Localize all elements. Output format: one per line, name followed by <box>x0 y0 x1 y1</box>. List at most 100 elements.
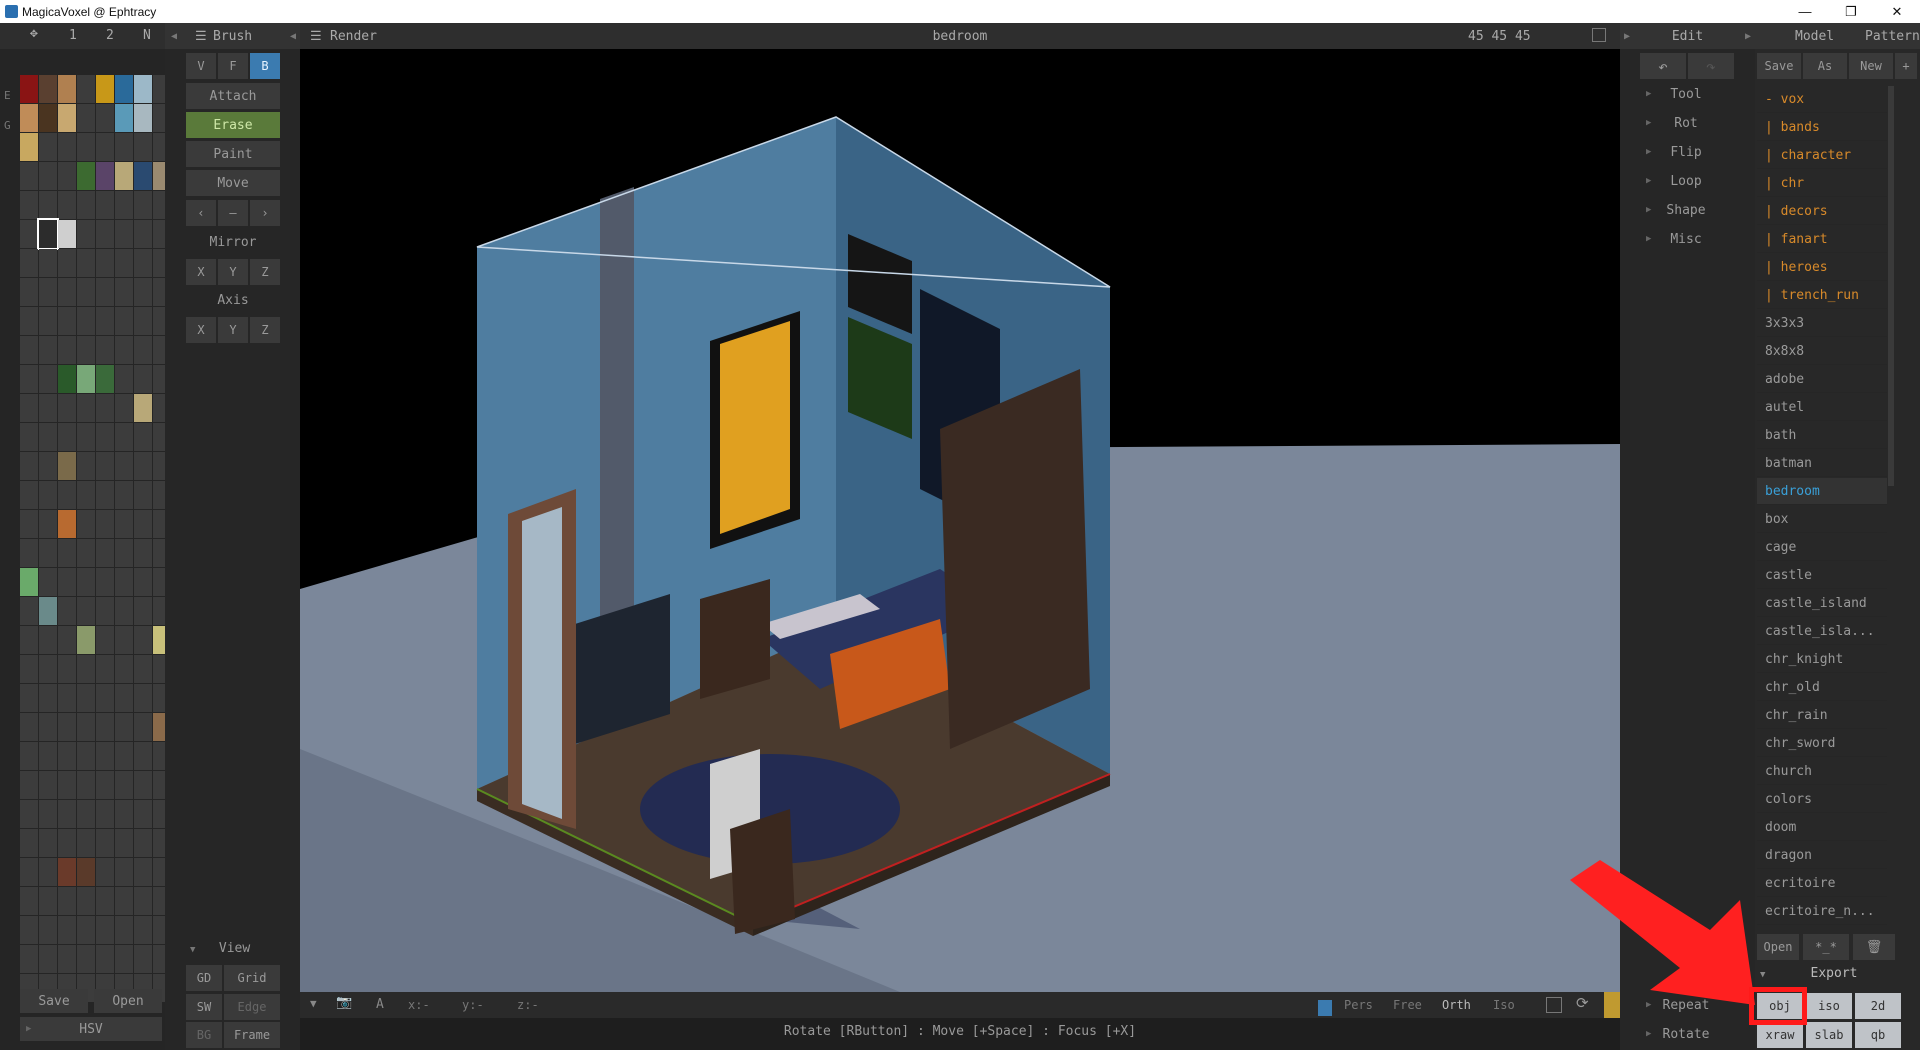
palette-swatch[interactable] <box>58 394 76 422</box>
palette-swatch[interactable] <box>39 887 57 915</box>
palette-swatch[interactable] <box>39 133 57 161</box>
palette-swatch[interactable] <box>96 307 114 335</box>
palette-swatch[interactable] <box>39 597 57 625</box>
close-icon[interactable]: ✕ <box>1874 0 1920 23</box>
palette-swatch[interactable] <box>96 684 114 712</box>
palette-swatch[interactable] <box>115 307 133 335</box>
palette-swatch[interactable] <box>96 104 114 132</box>
undo-icon[interactable]: ↶ <box>1640 53 1686 79</box>
file-item[interactable]: autel <box>1757 394 1887 421</box>
palette-swatch[interactable] <box>96 365 114 393</box>
file-item[interactable]: cage <box>1757 534 1887 561</box>
edit-expand-icon[interactable]: ▶ <box>1745 31 1751 42</box>
grid-button[interactable]: Grid <box>224 965 280 991</box>
palette-swatch[interactable] <box>39 162 57 190</box>
palette-swatch[interactable] <box>39 684 57 712</box>
palette-side-g[interactable]: G <box>4 119 11 132</box>
palette-swatch[interactable] <box>58 249 76 277</box>
axis-y-button[interactable]: Y <box>218 317 248 343</box>
palette-swatch[interactable] <box>77 133 95 161</box>
palette-swatch[interactable] <box>115 800 133 828</box>
subfolder-item[interactable]: | chr <box>1757 170 1887 197</box>
palette-swatch[interactable] <box>77 452 95 480</box>
palette-swatch[interactable] <box>115 539 133 567</box>
file-new-button[interactable]: New <box>1849 53 1893 79</box>
palette-swatch[interactable] <box>39 742 57 770</box>
palette-swatch[interactable] <box>134 133 152 161</box>
palette-swatch[interactable] <box>115 336 133 364</box>
axis-x-button[interactable]: X <box>186 317 216 343</box>
palette-swatch[interactable] <box>77 336 95 364</box>
sw-button[interactable]: SW <box>186 994 222 1020</box>
palette-swatch[interactable] <box>58 597 76 625</box>
palette-swatch[interactable] <box>96 597 114 625</box>
palette-swatch[interactable] <box>58 945 76 973</box>
palette-swatch[interactable] <box>39 945 57 973</box>
palette-swatch[interactable] <box>58 916 76 944</box>
palette-swatch[interactable] <box>77 75 95 103</box>
palette-swatch[interactable] <box>134 423 152 451</box>
palette-swatch[interactable] <box>58 742 76 770</box>
file-item[interactable]: castle_island <box>1757 590 1887 617</box>
palette-swatch[interactable] <box>134 742 152 770</box>
palette-swatch[interactable] <box>58 539 76 567</box>
palette-swatch[interactable] <box>39 568 57 596</box>
palette-swatch[interactable] <box>134 307 152 335</box>
palette-swatch[interactable] <box>39 249 57 277</box>
render-menu-icon[interactable]: ☰ <box>310 29 322 44</box>
palette-swatch[interactable] <box>20 742 38 770</box>
palette-swatch[interactable] <box>58 626 76 654</box>
palette-swatch[interactable] <box>96 220 114 248</box>
palette-swatch[interactable] <box>58 800 76 828</box>
palette-swatch[interactable] <box>58 104 76 132</box>
palette-swatch[interactable] <box>134 713 152 741</box>
file-item[interactable]: chr_sword <box>1757 730 1887 757</box>
palette-swatch[interactable] <box>20 133 38 161</box>
subfolder-item[interactable]: | trench_run <box>1757 282 1887 309</box>
palette-swatch[interactable] <box>39 771 57 799</box>
palette-swatch[interactable] <box>96 916 114 944</box>
palette-swatch[interactable] <box>134 597 152 625</box>
palette-swatch[interactable] <box>96 278 114 306</box>
export-slab-button[interactable]: slab <box>1806 1022 1852 1048</box>
palette-swatch[interactable] <box>20 423 38 451</box>
tab-model[interactable]: Model <box>1795 29 1834 44</box>
palette-swatch[interactable] <box>134 568 152 596</box>
edit-menu-rot[interactable]: ▶ Rot <box>1640 110 1732 137</box>
palette-swatch[interactable] <box>115 713 133 741</box>
palette-swatch[interactable] <box>77 742 95 770</box>
palette-swatch[interactable] <box>134 394 152 422</box>
palette-swatch[interactable] <box>115 423 133 451</box>
palette-swatch[interactable] <box>115 220 133 248</box>
hsv-button[interactable]: ▶ HSV <box>20 1017 162 1041</box>
palette-swatch[interactable] <box>77 104 95 132</box>
palette-swatch[interactable] <box>58 887 76 915</box>
palette-swatch[interactable] <box>96 568 114 596</box>
palette-swatch[interactable] <box>77 278 95 306</box>
subfolder-item[interactable]: | bands <box>1757 114 1887 141</box>
palette-swatch[interactable] <box>115 104 133 132</box>
file-item[interactable]: adobe <box>1757 366 1887 393</box>
axis-z-button[interactable]: Z <box>250 317 280 343</box>
palette-swatch[interactable] <box>134 278 152 306</box>
palette-swatch[interactable] <box>134 336 152 364</box>
palette-swatch[interactable] <box>115 597 133 625</box>
palette-swatch[interactable] <box>20 191 38 219</box>
export-qb-button[interactable]: qb <box>1855 1022 1901 1048</box>
palette-swatch[interactable] <box>20 713 38 741</box>
palette-swatch[interactable] <box>77 713 95 741</box>
edit-menu-tool[interactable]: ▶ Tool <box>1640 81 1732 108</box>
palette-swatch[interactable] <box>58 336 76 364</box>
palette-swatch[interactable] <box>134 945 152 973</box>
edit-menu-flip[interactable]: ▶ Flip <box>1640 139 1732 166</box>
palette-swatch[interactable] <box>77 510 95 538</box>
edit-menu-misc[interactable]: ▶ Misc <box>1640 226 1732 253</box>
palette-swatch[interactable] <box>134 510 152 538</box>
file-item[interactable]: bedroom <box>1757 478 1887 505</box>
palette-swatch[interactable] <box>77 307 95 335</box>
palette-swatch[interactable] <box>115 829 133 857</box>
palette-swatch[interactable] <box>96 394 114 422</box>
palette-swatch[interactable] <box>115 75 133 103</box>
palette-swatch[interactable] <box>134 104 152 132</box>
file-item[interactable]: 3x3x3 <box>1757 310 1887 337</box>
